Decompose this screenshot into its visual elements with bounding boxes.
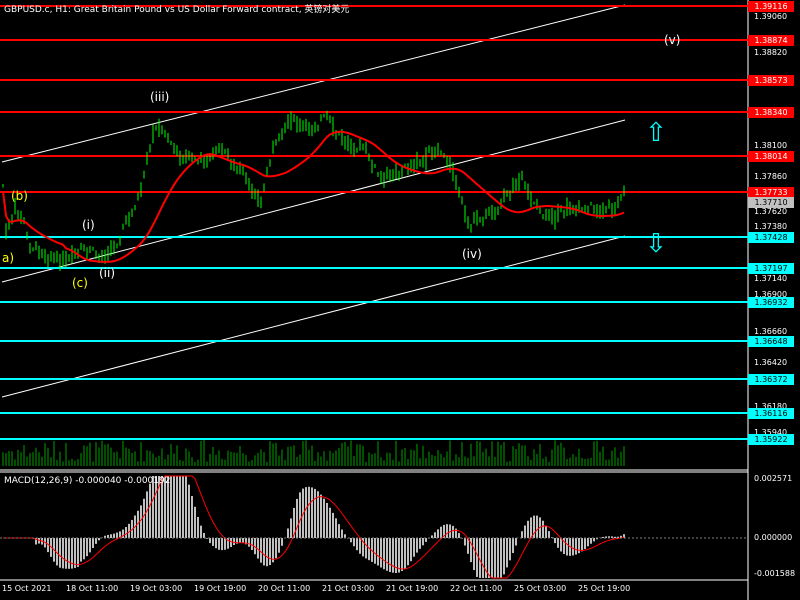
channel-upper-line[interactable] [1, 4, 626, 163]
price-axis-label: 1.37620 [754, 207, 788, 216]
support-level-tag[interactable]: 1.36116 [748, 408, 794, 419]
macd-axis-label: -0.001588 [754, 569, 796, 578]
time-axis-label: 21 Oct 03:00 [322, 584, 375, 593]
down-arrow-icon[interactable]: ⇩ [645, 231, 667, 257]
time-axis-label: 25 Oct 19:00 [578, 584, 631, 593]
wave-label-iv[interactable]: (iv) [462, 247, 482, 261]
price-axis-label: 1.36420 [754, 358, 788, 367]
trading-terminal: GBPUSD.c, H1: Great Britain Pound vs US … [0, 0, 800, 600]
price-axis-label: 1.38820 [754, 48, 788, 57]
chart-title: GBPUSD.c, H1: Great Britain Pound vs US … [4, 5, 350, 15]
macd-indicator-label: MACD(12,26,9) -0.000040 -0.000192 [4, 476, 171, 486]
macd-axis-label: 0.002571 [754, 474, 793, 483]
channel-middle-line[interactable] [1, 119, 626, 283]
time-axis-label: 19 Oct 03:00 [130, 584, 183, 593]
resistance-level-tag[interactable]: 1.38874 [748, 35, 794, 46]
resistance-level-tag[interactable]: 1.39116 [748, 1, 794, 12]
support-level-tag[interactable]: 1.36932 [748, 297, 794, 308]
time-axis-label: 22 Oct 11:00 [450, 584, 503, 593]
support-level-tag[interactable]: 1.37428 [748, 232, 794, 243]
time-axis-label: 25 Oct 03:00 [514, 584, 567, 593]
time-axis-label: 19 Oct 19:00 [194, 584, 247, 593]
price-axis-label: 1.38100 [754, 141, 788, 150]
macd-axis-label: 0.000000 [754, 533, 793, 542]
wave-label-ii[interactable]: (ii) [99, 266, 115, 280]
price-axis-label: 1.37380 [754, 222, 788, 231]
support-level-tag[interactable]: 1.36648 [748, 336, 794, 347]
wave-label-iii[interactable]: (iii) [150, 90, 169, 104]
price-axis-label: 1.37140 [754, 274, 788, 283]
resistance-level-tag[interactable]: 1.38573 [748, 75, 794, 86]
support-level-tag[interactable]: 1.37197 [748, 263, 794, 274]
time-axis-label: 21 Oct 19:00 [386, 584, 439, 593]
time-axis-label: 18 Oct 11:00 [66, 584, 119, 593]
up-arrow-icon[interactable]: ⇧ [645, 120, 667, 146]
wave-label-v[interactable]: (v) [664, 33, 680, 47]
channel-lower-line[interactable] [1, 235, 626, 398]
wave-label-c[interactable]: (c) [72, 276, 88, 290]
resistance-level-tag[interactable]: 1.38014 [748, 151, 794, 162]
price-axis-label: 1.37860 [754, 172, 788, 181]
time-axis-label: 15 Oct 2021 [2, 584, 52, 593]
current-price-tag: 1.37710 [748, 197, 794, 208]
price-axis-label: 1.39060 [754, 12, 788, 21]
wave-label-a[interactable]: a) [2, 251, 14, 265]
wave-label-b[interactable]: (b) [11, 189, 28, 203]
support-level-tag[interactable]: 1.36372 [748, 374, 794, 385]
price-chart[interactable] [0, 0, 800, 600]
time-axis-label: 20 Oct 11:00 [258, 584, 311, 593]
wave-label-i[interactable]: (i) [82, 218, 95, 232]
resistance-level-tag[interactable]: 1.38340 [748, 107, 794, 118]
support-level-tag[interactable]: 1.35922 [748, 434, 794, 445]
